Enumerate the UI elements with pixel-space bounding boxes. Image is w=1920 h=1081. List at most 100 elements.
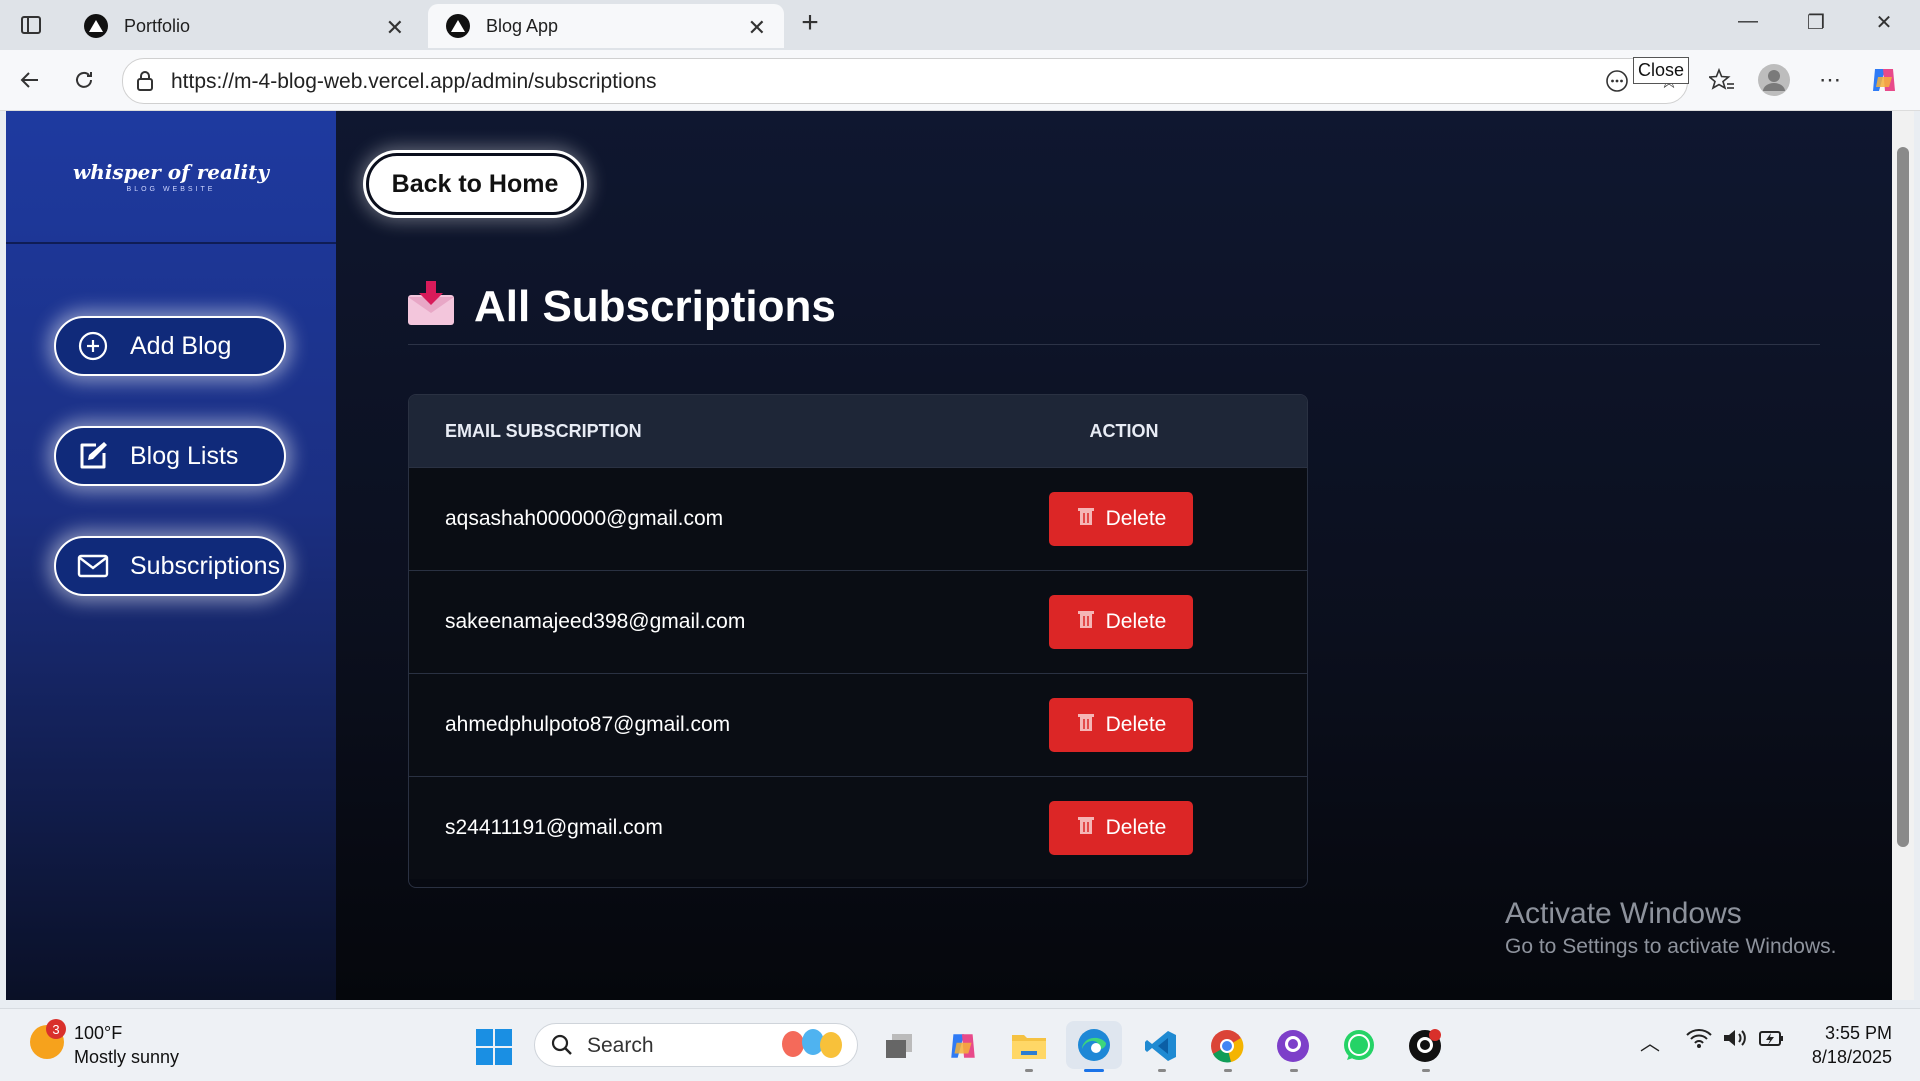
task-view-icon[interactable] bbox=[880, 1027, 918, 1065]
sidebar-toggle-icon[interactable] bbox=[18, 12, 44, 38]
restore-button[interactable]: ❐ bbox=[1796, 10, 1836, 35]
running-indicator bbox=[1290, 1069, 1298, 1072]
trash-icon bbox=[1076, 608, 1096, 636]
action-column-header: ACTION bbox=[1089, 420, 1159, 441]
table-row: ahmedphulpoto87@gmail.com Delete bbox=[409, 673, 1307, 776]
lock-icon bbox=[135, 70, 155, 97]
delete-button[interactable]: Delete bbox=[1049, 698, 1193, 752]
file-explorer-icon[interactable] bbox=[1010, 1027, 1048, 1065]
whatsapp-icon[interactable] bbox=[1340, 1027, 1378, 1065]
subscriber-email: sakeenamajeed398@gmail.com bbox=[445, 610, 746, 633]
edge-browser-icon[interactable] bbox=[1066, 1021, 1122, 1069]
page-title: All Subscriptions bbox=[474, 281, 836, 331]
address-bar[interactable]: https://m-4-blog-web.vercel.app/admin/su… bbox=[122, 58, 1688, 104]
back-to-home-button[interactable]: Back to Home bbox=[366, 153, 584, 215]
close-tab-icon[interactable]: ✕ bbox=[386, 15, 404, 41]
subscriptions-button[interactable]: Subscriptions bbox=[54, 536, 286, 596]
blog-lists-label: Blog Lists bbox=[130, 441, 239, 470]
chrome-icon[interactable] bbox=[1208, 1027, 1246, 1065]
volume-icon[interactable] bbox=[1722, 1027, 1748, 1055]
clock-date: 8/18/2025 bbox=[1811, 1047, 1892, 1067]
add-blog-button[interactable]: Add Blog bbox=[54, 316, 286, 376]
battery-charging-icon[interactable] bbox=[1758, 1027, 1786, 1055]
more-page-options-icon[interactable] bbox=[1601, 65, 1633, 97]
github-icon[interactable] bbox=[1406, 1027, 1444, 1065]
back-arrow-icon[interactable] bbox=[14, 64, 46, 96]
delete-button[interactable]: Delete bbox=[1049, 801, 1193, 855]
watermark-title: Activate Windows bbox=[1505, 897, 1742, 930]
search-icon bbox=[551, 1034, 573, 1061]
close-tab-icon[interactable]: ✕ bbox=[748, 15, 766, 41]
minimize-button[interactable]: — bbox=[1728, 10, 1768, 33]
title-divider bbox=[408, 344, 1820, 345]
watermark-subtitle: Go to Settings to activate Windows. bbox=[1505, 935, 1837, 958]
subscriptions-table: EMAIL SUBSCRIPTION ACTION aqsashah000000… bbox=[408, 394, 1308, 888]
delete-label: Delete bbox=[1105, 816, 1167, 839]
page-viewport: whisper of reality BLOG WEBSITE Add Blog… bbox=[6, 111, 1892, 1000]
main-content: Back to Home All Subscriptions EMAIL SUB… bbox=[336, 111, 1892, 1000]
tab-blog-app[interactable]: Blog App ✕ bbox=[428, 4, 784, 48]
subscriptions-label: Subscriptions bbox=[130, 551, 281, 580]
wifi-icon[interactable] bbox=[1686, 1027, 1712, 1055]
search-placeholder: Search bbox=[587, 1034, 654, 1057]
tab-title: Blog App bbox=[486, 15, 559, 36]
weather-sun-icon: 3 bbox=[30, 1019, 66, 1059]
close-window-button[interactable]: ✕ bbox=[1864, 10, 1904, 35]
show-hidden-icons-chevron-icon[interactable]: ︿ bbox=[1640, 1027, 1660, 1056]
weather-condition: Mostly sunny bbox=[74, 1047, 180, 1067]
url-text: https://m-4-blog-web.vercel.app/admin/su… bbox=[171, 70, 657, 93]
mail-icon bbox=[76, 549, 110, 583]
email-column-header: EMAIL SUBSCRIPTION bbox=[445, 420, 642, 441]
delete-label: Delete bbox=[1105, 507, 1167, 530]
windows-start-icon[interactable] bbox=[476, 1029, 512, 1070]
vscode-icon[interactable] bbox=[1142, 1027, 1180, 1065]
page-scrollbar[interactable] bbox=[1892, 111, 1914, 1000]
logo-subtitle: BLOG WEBSITE bbox=[126, 186, 216, 193]
favorites-icon[interactable] bbox=[1706, 64, 1738, 96]
blog-lists-button[interactable]: Blog Lists bbox=[54, 426, 286, 486]
add-blog-label: Add Blog bbox=[130, 331, 232, 360]
github-desktop-icon[interactable] bbox=[1274, 1027, 1312, 1065]
delete-label: Delete bbox=[1105, 610, 1167, 633]
running-indicator bbox=[1422, 1069, 1430, 1072]
trash-icon bbox=[1076, 814, 1096, 842]
settings-more-icon[interactable]: ⋯ bbox=[1814, 64, 1846, 96]
trash-icon bbox=[1076, 505, 1096, 533]
taskbar-search[interactable]: Search bbox=[534, 1023, 858, 1067]
site-logo[interactable]: whisper of reality BLOG WEBSITE bbox=[6, 111, 336, 244]
copilot-icon[interactable] bbox=[1868, 64, 1900, 96]
add-circle-icon bbox=[76, 329, 110, 363]
vercel-favicon-icon bbox=[84, 14, 108, 38]
refresh-icon[interactable] bbox=[68, 64, 100, 96]
logo-title: whisper of reality bbox=[72, 160, 269, 184]
delete-label: Delete bbox=[1105, 713, 1167, 736]
close-tooltip: Close bbox=[1633, 57, 1690, 84]
page-header: All Subscriptions bbox=[406, 281, 836, 332]
system-clock[interactable]: 3:55 PM 8/18/2025 bbox=[1812, 1021, 1892, 1069]
subscriber-email: aqsashah000000@gmail.com bbox=[445, 507, 724, 530]
browser-tab-bar: Portfolio ✕ Blog App ✕ + — ❐ ✕ bbox=[0, 0, 1920, 50]
running-indicator bbox=[1158, 1069, 1166, 1072]
table-header: EMAIL SUBSCRIPTION ACTION bbox=[409, 395, 1307, 467]
scrollbar-thumb[interactable] bbox=[1897, 147, 1909, 847]
temperature: 100°F bbox=[74, 1023, 123, 1043]
new-tab-button[interactable]: + bbox=[790, 6, 830, 40]
windows-taskbar: 3 100°F Mostly sunny Search ︿ 3:55 PM 8/… bbox=[0, 1008, 1920, 1081]
incoming-envelope-icon bbox=[406, 281, 456, 332]
copilot-app-icon[interactable] bbox=[944, 1027, 982, 1065]
running-indicator bbox=[1224, 1069, 1232, 1072]
admin-sidebar: whisper of reality BLOG WEBSITE Add Blog… bbox=[6, 111, 336, 1000]
clock-time: 3:55 PM bbox=[1824, 1023, 1892, 1043]
delete-button[interactable]: Delete bbox=[1049, 595, 1193, 649]
activate-windows-watermark: Activate Windows Go to Settings to activ… bbox=[1505, 897, 1837, 959]
notification-badge: 3 bbox=[46, 1019, 66, 1039]
tab-portfolio[interactable]: Portfolio ✕ bbox=[66, 4, 422, 48]
running-indicator bbox=[1025, 1069, 1033, 1072]
profile-avatar-icon[interactable] bbox=[1758, 64, 1790, 96]
delete-button[interactable]: Delete bbox=[1049, 492, 1193, 546]
weather-widget[interactable]: 3 100°F Mostly sunny bbox=[30, 1019, 180, 1069]
balloons-icon bbox=[779, 1028, 849, 1069]
table-row: sakeenamajeed398@gmail.com Delete bbox=[409, 570, 1307, 673]
subscriber-email: s24411191@gmail.com bbox=[445, 816, 663, 839]
active-indicator bbox=[1084, 1069, 1104, 1072]
